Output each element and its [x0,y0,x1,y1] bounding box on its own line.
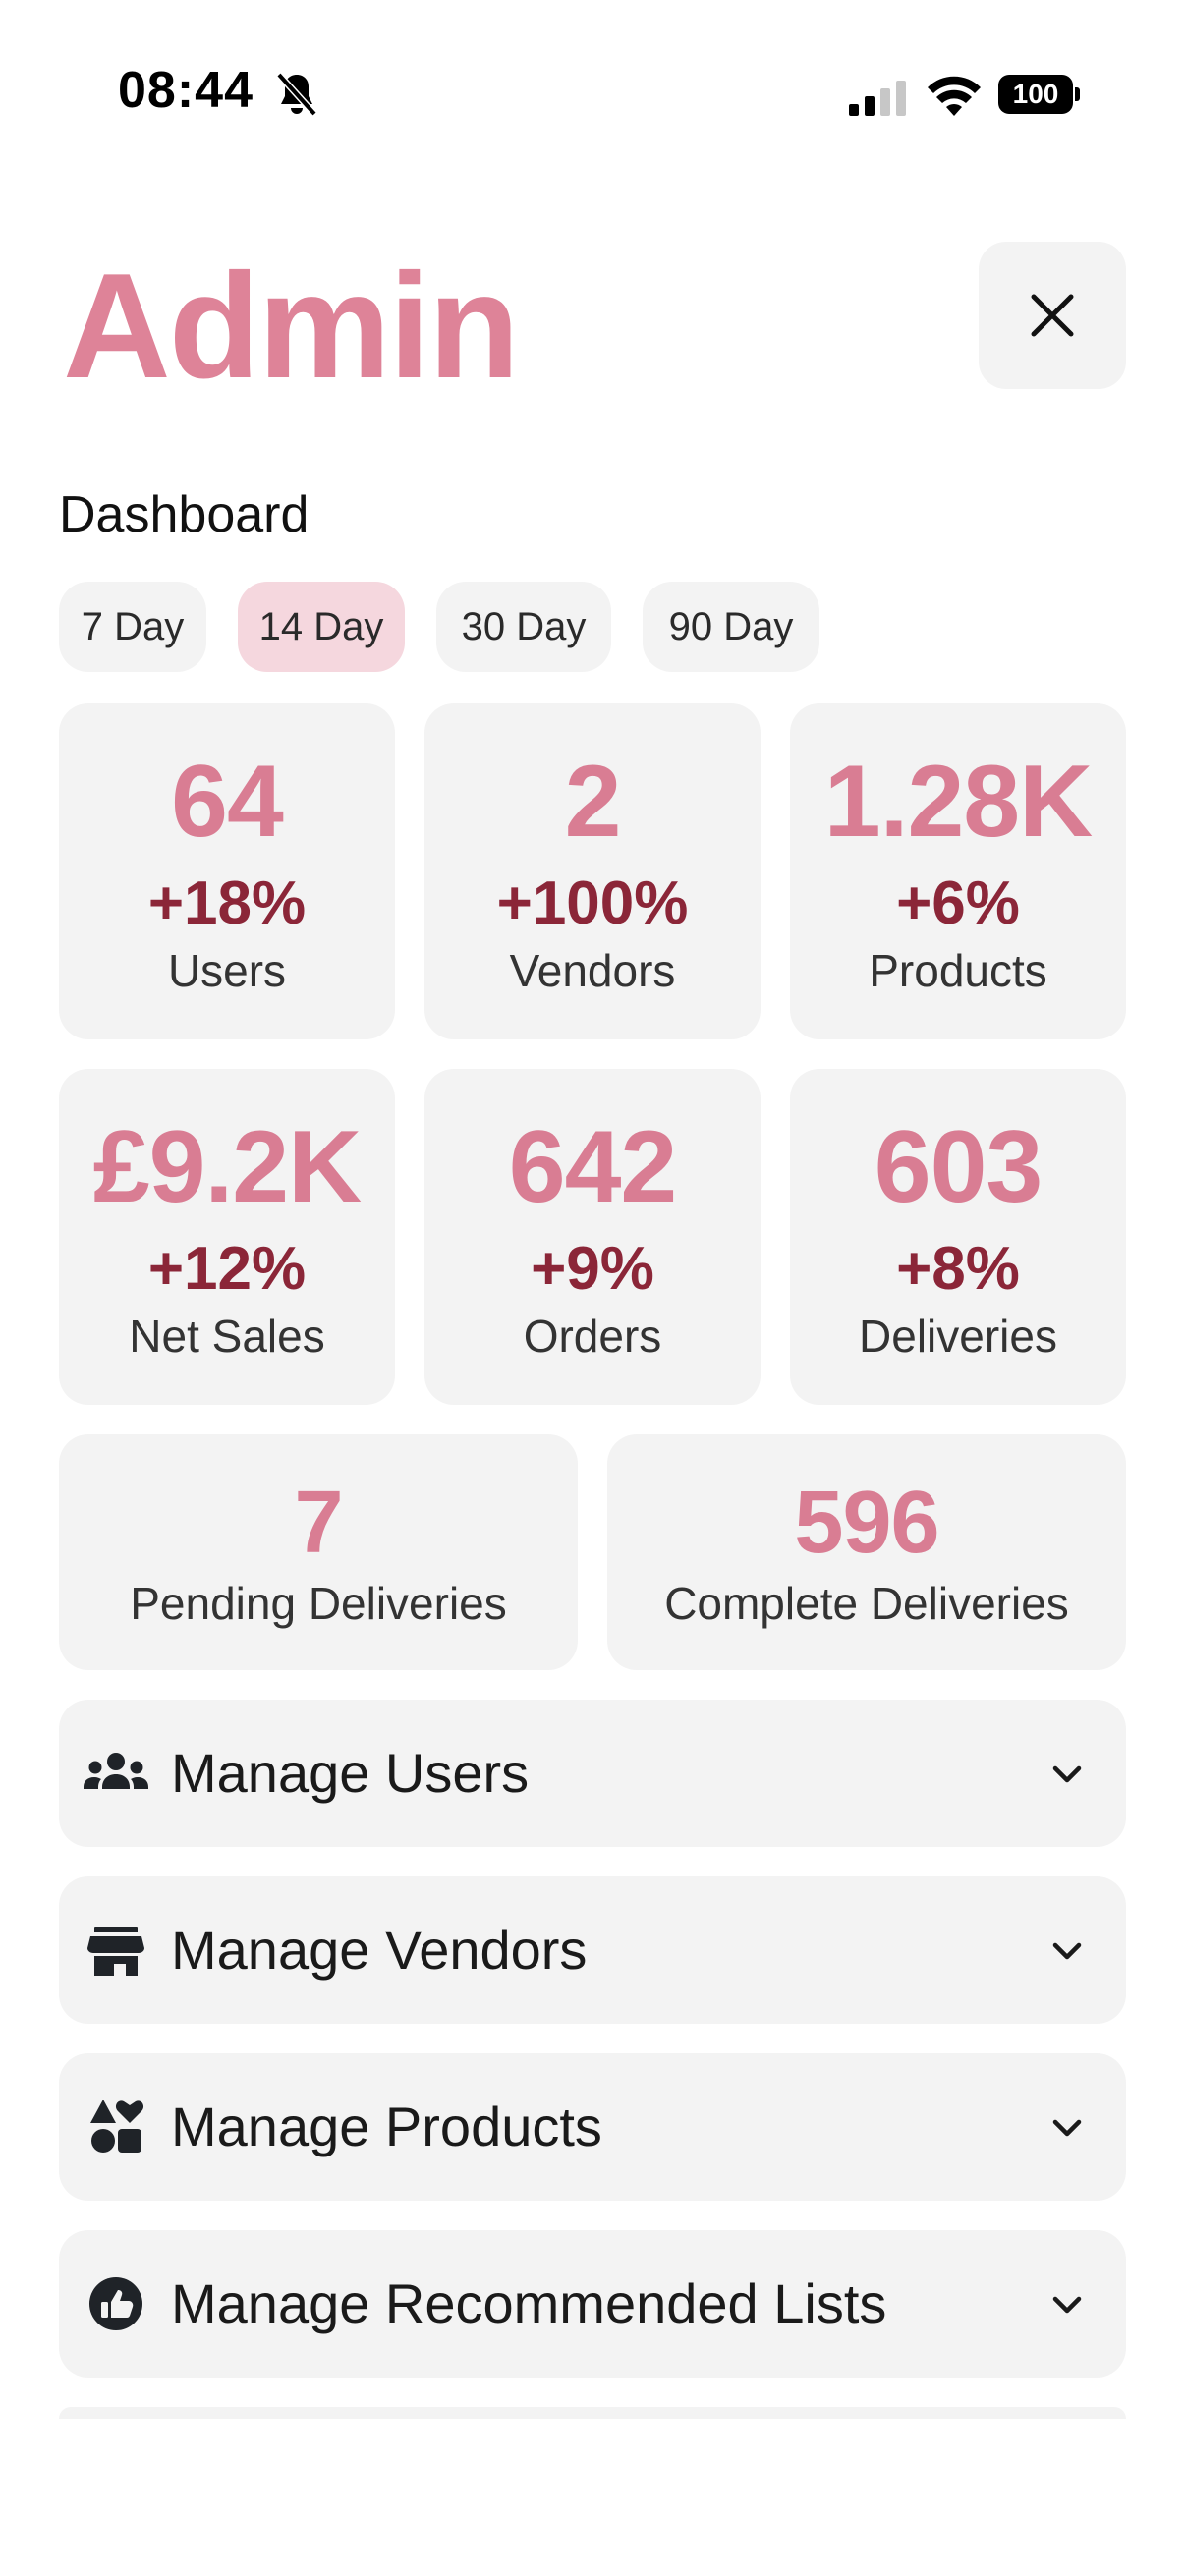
range-7-day[interactable]: 7 Day [59,582,206,672]
accordion-label: Manage Products [171,2096,602,2157]
stat-label: Users [167,945,287,996]
stat-value: 1.28K [823,745,1094,859]
stat-card-orders: 642 +9% Orders [424,1069,761,1405]
battery-level: 100 [998,75,1073,114]
stat-value: 2 [564,745,622,859]
dashboard-heading: Dashboard [59,486,310,543]
stat-label: Pending Deliveries [130,1578,507,1629]
range-14-day[interactable]: 14 Day [238,582,405,672]
stat-change: +12% [147,1235,307,1303]
shapes-icon [90,2100,144,2153]
stat-change: +9% [531,1235,654,1303]
bell-off-icon [276,72,317,117]
battery-tip [1075,87,1080,101]
stat-change: +8% [896,1235,1020,1303]
wifi-icon [928,76,981,116]
accordion-manage-users[interactable]: Manage Users [59,1700,1126,1847]
accordion-label: Manage Users [171,1742,530,1804]
signal-icon [849,81,906,116]
stat-card-users: 64 +18% Users [59,703,395,1039]
stat-card-vendors: 2 +100% Vendors [424,703,761,1039]
close-icon [1031,294,1074,337]
accordion-manage-vendors[interactable]: Manage Vendors [59,1876,1126,2024]
accordion-manage-recommended-lists[interactable]: Manage Recommended Lists [59,2230,1126,2378]
accordion-label: Manage Recommended Lists [171,2272,887,2334]
range-30-day[interactable]: 30 Day [436,582,611,672]
stat-change: +18% [147,869,307,937]
stat-card-pending-deliveries: 7 Pending Deliveries [59,1434,578,1670]
chevron-down-icon [1052,1942,1082,1960]
stat-card-complete-deliveries: 596 Complete Deliveries [607,1434,1126,1670]
stat-label: Complete Deliveries [664,1578,1069,1629]
chevron-down-icon [1052,2119,1082,2137]
stat-change: +6% [896,869,1020,937]
stat-label: Vendors [509,945,676,996]
stat-value: 64 [171,745,284,859]
thumbs-up-icon [89,2277,142,2330]
accordion-label: Manage Vendors [171,1919,588,1981]
stat-label: Orders [523,1311,662,1362]
stat-label: Net Sales [129,1311,325,1362]
store-icon [87,1927,144,1976]
stat-value: £9.2K [92,1110,363,1224]
chevron-down-icon [1052,1765,1082,1783]
page-title: Admin [63,243,520,410]
stat-label: Products [869,945,1047,996]
stat-card-net-sales: £9.2K +12% Net Sales [59,1069,395,1405]
stat-change: +100% [496,869,689,937]
stat-card-deliveries: 603 +8% Deliveries [790,1069,1126,1405]
stat-value: 603 [874,1110,1044,1224]
status-time: 08:44 [118,62,254,119]
accordion-partial [59,2407,1126,2419]
stat-label: Deliveries [859,1311,1057,1362]
stat-card-products: 1.28K +6% Products [790,703,1126,1039]
accordion-manage-products[interactable]: Manage Products [59,2053,1126,2201]
stat-value: 596 [794,1474,939,1572]
status-bar: 08:44 100 [0,0,1185,187]
users-group-icon [84,1753,148,1789]
stat-value: 642 [508,1110,678,1224]
stat-value: 7 [294,1474,343,1572]
chevron-down-icon [1052,2296,1082,2314]
range-90-day[interactable]: 90 Day [643,582,819,672]
close-button[interactable] [979,242,1126,389]
battery-icon: 100 [998,75,1081,114]
